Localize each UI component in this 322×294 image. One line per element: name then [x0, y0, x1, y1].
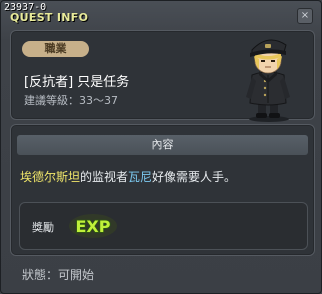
description-text-1: 的监视者	[80, 170, 129, 184]
place-name: 埃德尔斯坦	[20, 170, 81, 184]
close-icon: ×	[300, 10, 310, 21]
quest-info-window: 23937-0 QUEST INFO × 職業 [反抗者] 只是任务 建議等級：…	[0, 0, 322, 294]
reward-box: 獎勵 EXP	[19, 202, 308, 250]
job-badge: 職業	[22, 41, 89, 57]
job-info-panel: 職業 [反抗者] 只是任务 建議等級：33～37	[10, 30, 315, 122]
description-text-2: 好像需要人手。	[152, 170, 237, 184]
job-name: [反抗者] 只是任务	[24, 75, 130, 90]
content-section-header: 內容	[17, 135, 308, 155]
quest-status: 狀態：可開始	[22, 268, 95, 282]
npc-officer-portrait-icon	[246, 39, 290, 122]
npc-name: 瓦尼	[128, 170, 153, 184]
reward-label: 獎勵	[32, 221, 54, 234]
recommended-level: 建議等級：33～37	[24, 94, 118, 107]
close-button[interactable]: ×	[297, 8, 313, 24]
content-panel: 內容 埃德尔斯坦的监视者瓦尼好像需要人手。 獎勵 EXP	[10, 124, 315, 256]
exp-icon-text: EXP	[76, 217, 111, 236]
window-title: QUEST INFO	[10, 11, 89, 24]
exp-reward-icon: EXP	[69, 214, 117, 238]
quest-description: 埃德尔斯坦的监视者瓦尼好像需要人手。	[20, 168, 236, 185]
